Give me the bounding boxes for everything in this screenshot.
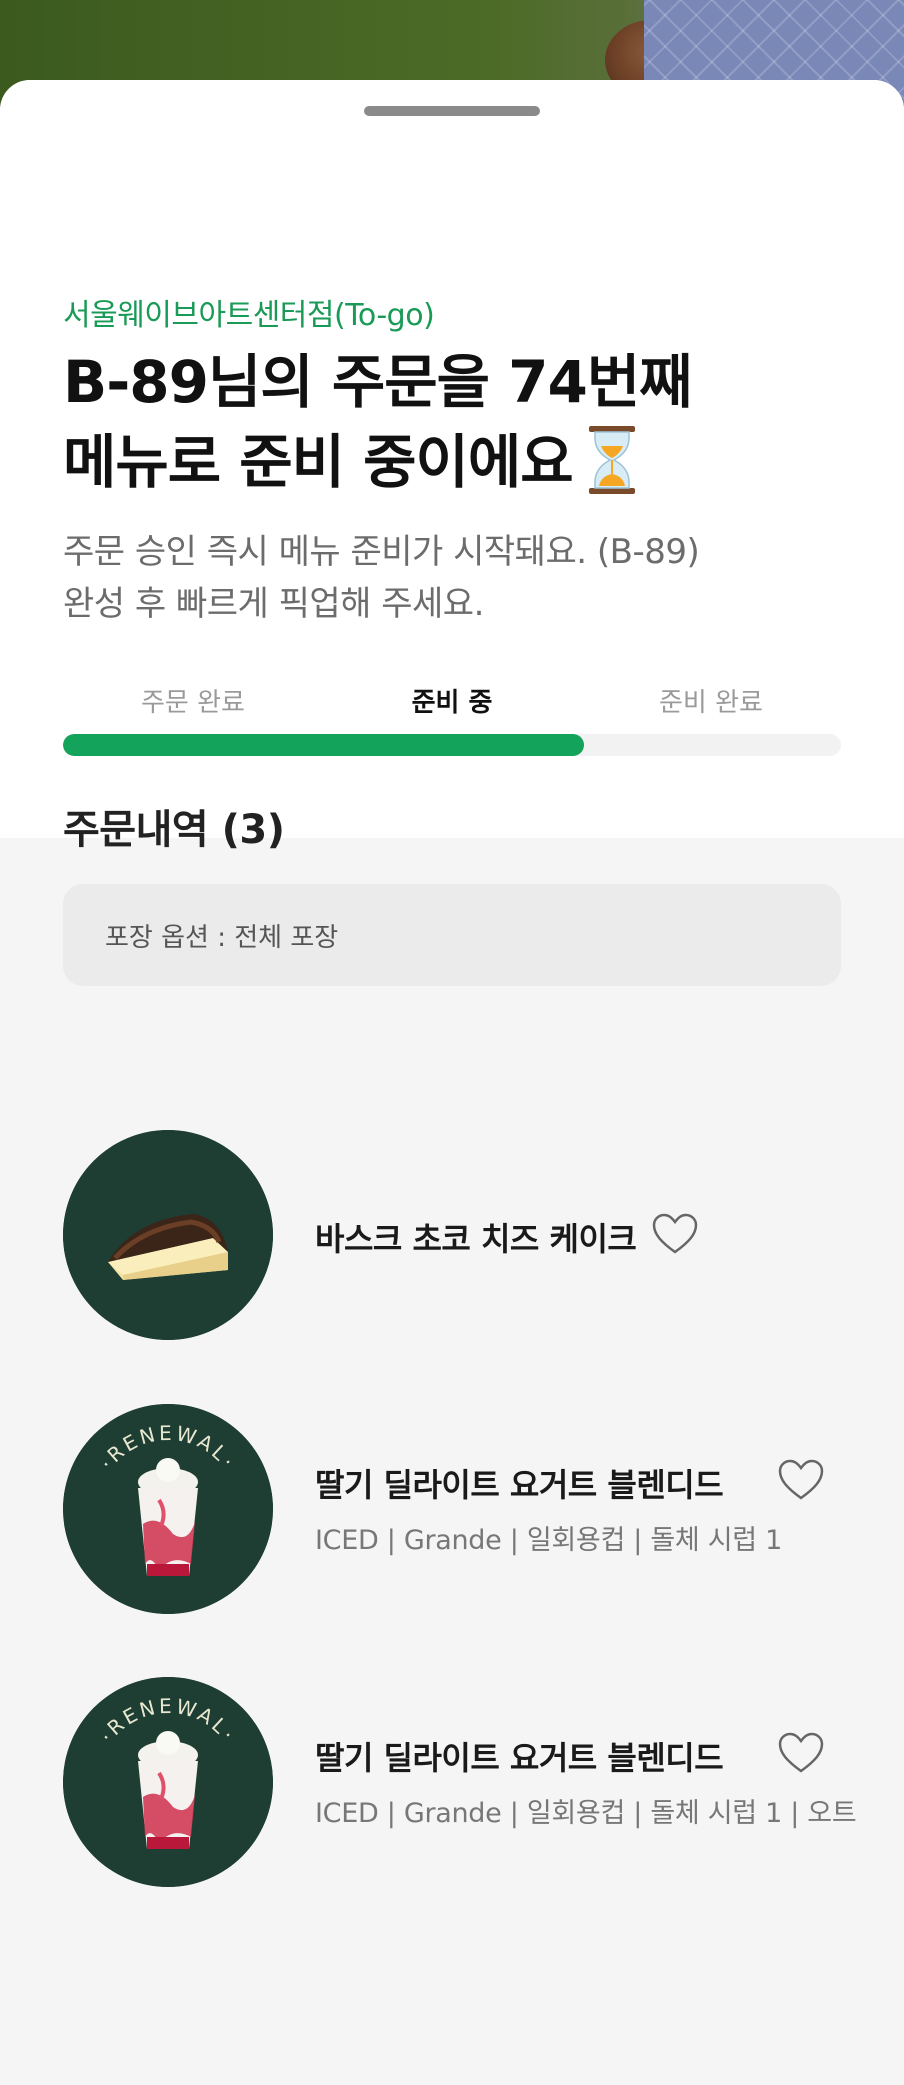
item-name: 딸기 딜라이트 요거트 블렌디드 — [315, 1466, 724, 1504]
order-subtext: 주문 승인 즉시 메뉴 준비가 시작돼요. (B-89) 완성 후 빠르게 픽업… — [63, 526, 863, 630]
store-name: 서울웨이브아트센터점(To-go) — [63, 298, 435, 333]
heart-icon[interactable] — [777, 1458, 825, 1502]
packaging-option-box: 포장 옵션 : 전체 포장 — [63, 884, 841, 986]
item-name: 딸기 딜라이트 요거트 블렌디드 — [315, 1739, 724, 1777]
order-progress-bar — [63, 734, 841, 756]
heart-icon[interactable] — [777, 1731, 825, 1775]
order-history-title: 주문내역 (3) — [63, 807, 285, 853]
packaging-option-text: 포장 옵션 : 전체 포장 — [105, 922, 339, 953]
drink-image: ·RENEWAL· — [63, 1404, 273, 1614]
order-status-sheet: 서울웨이브아트센터점(To-go) B-89님의 주문을 74번째 메뉴로 준비… — [0, 80, 904, 2085]
order-item[interactable]: ·RENEWAL· 딸기 딜라이트 요거트 블렌디드 ICED | Grande… — [63, 1677, 863, 1887]
hourglass-icon — [588, 425, 635, 494]
step-preparing: 준비 중 — [411, 688, 493, 718]
order-item[interactable]: 바스크 초코 치즈 케이크 — [63, 1130, 863, 1340]
step-order-complete: 주문 완료 — [141, 688, 245, 718]
item-options: ICED | Grande | 일회용컵 | 돌체 시럽 1 | 오트 — [315, 1798, 857, 1829]
step-ready: 준비 완료 — [659, 688, 763, 718]
headline-line-2: 메뉴로 준비 중이에요 — [63, 428, 574, 496]
order-progress-fill — [63, 734, 585, 756]
subtext-line-2: 완성 후 빠르게 픽업해 주세요. — [63, 584, 484, 624]
item-options: ICED | Grande | 일회용컵 | 돌체 시럽 1 — [315, 1525, 782, 1556]
cake-image — [63, 1130, 273, 1340]
headline-line-2-wrap: 메뉴로 준비 중이에요 — [63, 422, 863, 502]
order-progress-steps: 주문 완료 준비 중 준비 완료 — [63, 682, 841, 722]
order-headline: B-89님의 주문을 74번째 메뉴로 준비 중이에요 — [63, 342, 863, 502]
drink-image: ·RENEWAL· — [63, 1677, 273, 1887]
headline-line-1: B-89님의 주문을 74번째 — [63, 348, 693, 416]
sheet-drag-handle[interactable] — [364, 106, 540, 116]
order-status-header: 서울웨이브아트센터점(To-go) B-89님의 주문을 74번째 메뉴로 준비… — [0, 80, 904, 838]
item-name: 바스크 초코 치즈 케이크 — [315, 1220, 637, 1258]
order-item[interactable]: ·RENEWAL· 딸기 딜라이트 요거트 블렌디드 ICED | Grande… — [63, 1404, 863, 1614]
subtext-line-1: 주문 승인 즉시 메뉴 준비가 시작돼요. (B-89) — [63, 532, 700, 572]
heart-icon[interactable] — [651, 1212, 699, 1256]
